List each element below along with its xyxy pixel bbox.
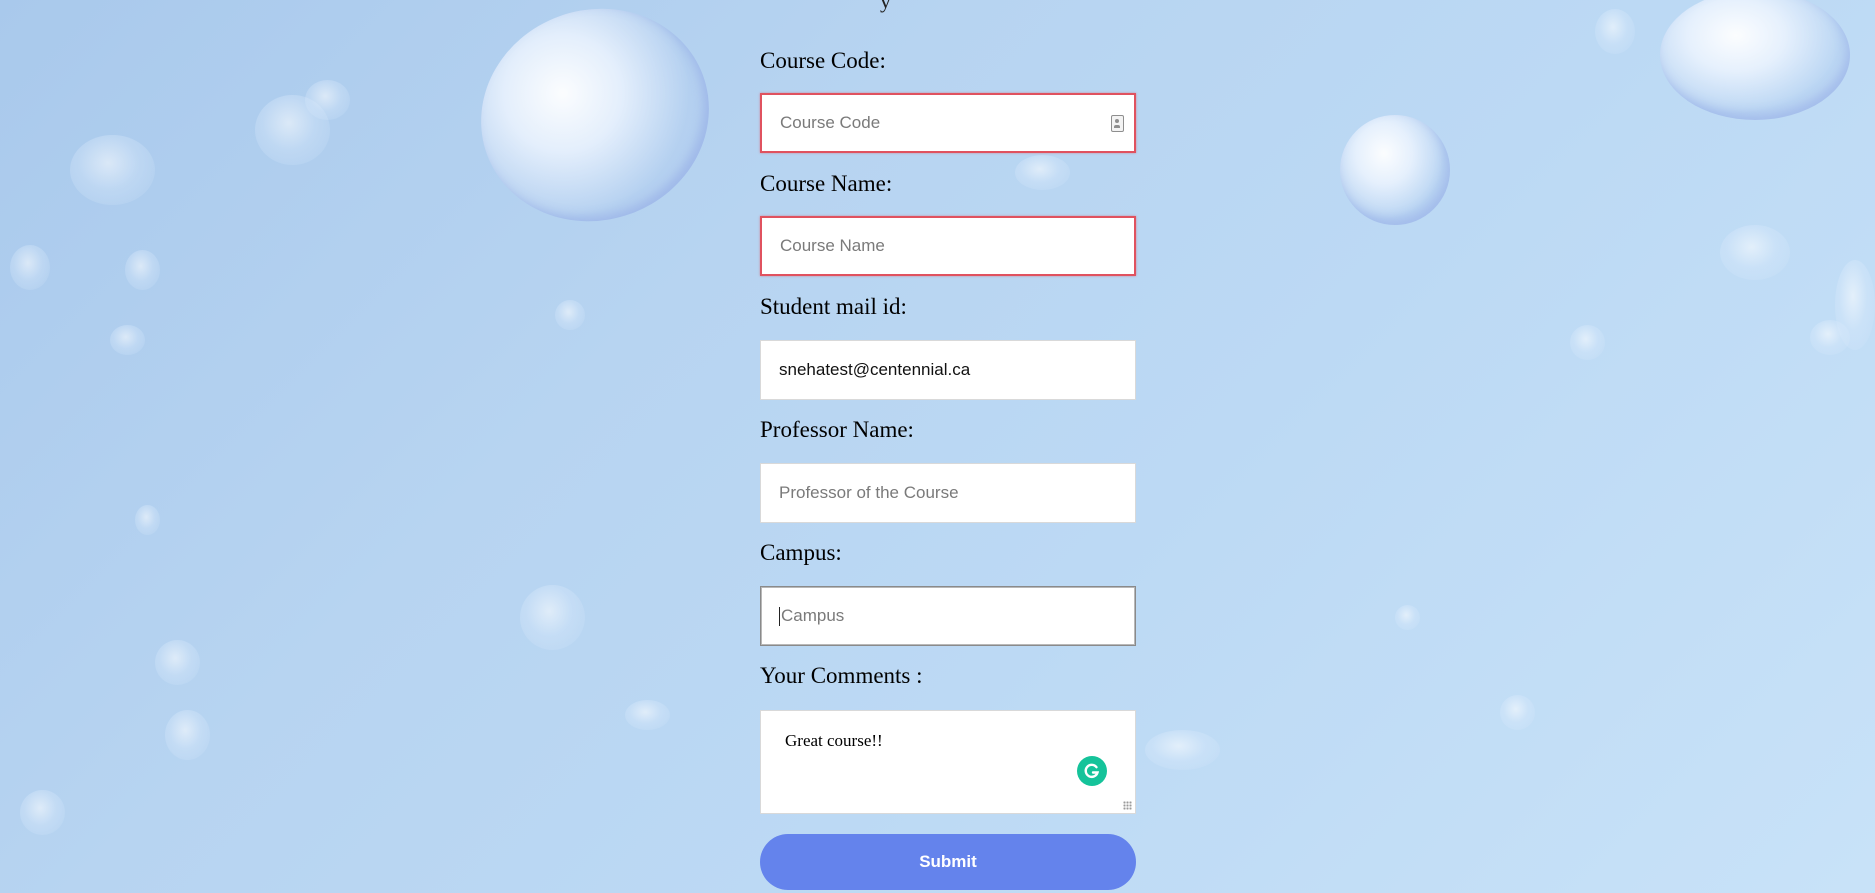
course-name-label: Course Name: [760, 171, 893, 196]
course-name-input[interactable]: Course Name [760, 216, 1136, 276]
grammarly-icon[interactable] [1077, 756, 1107, 786]
campus-input[interactable]: Campus [760, 586, 1136, 646]
student-mail-label: Student mail id: [760, 294, 907, 319]
resize-handle-icon[interactable] [1123, 801, 1132, 810]
heading-partial: y [880, 0, 891, 13]
student-mail-value: snehatest@centennial.ca [779, 360, 971, 379]
comments-label: Your Comments : [760, 663, 923, 688]
comments-textarea[interactable]: Great course!! [760, 710, 1136, 814]
campus-label: Campus: [760, 540, 842, 565]
comments-value: Great course!! [785, 731, 883, 750]
contact-card-icon[interactable] [1111, 115, 1124, 132]
course-code-placeholder: Course Code [780, 113, 881, 132]
text-caret [779, 606, 780, 626]
student-mail-input[interactable]: snehatest@centennial.ca [760, 340, 1136, 400]
professor-name-placeholder: Professor of the Course [779, 483, 959, 502]
course-name-placeholder: Course Name [780, 236, 885, 255]
submit-button[interactable]: Submit [760, 834, 1136, 890]
course-code-input[interactable]: Course Code [760, 93, 1136, 153]
campus-placeholder: Campus [781, 606, 845, 625]
professor-name-label: Professor Name: [760, 417, 914, 442]
professor-name-input[interactable]: Professor of the Course [760, 463, 1136, 523]
course-code-label: Course Code: [760, 48, 886, 73]
